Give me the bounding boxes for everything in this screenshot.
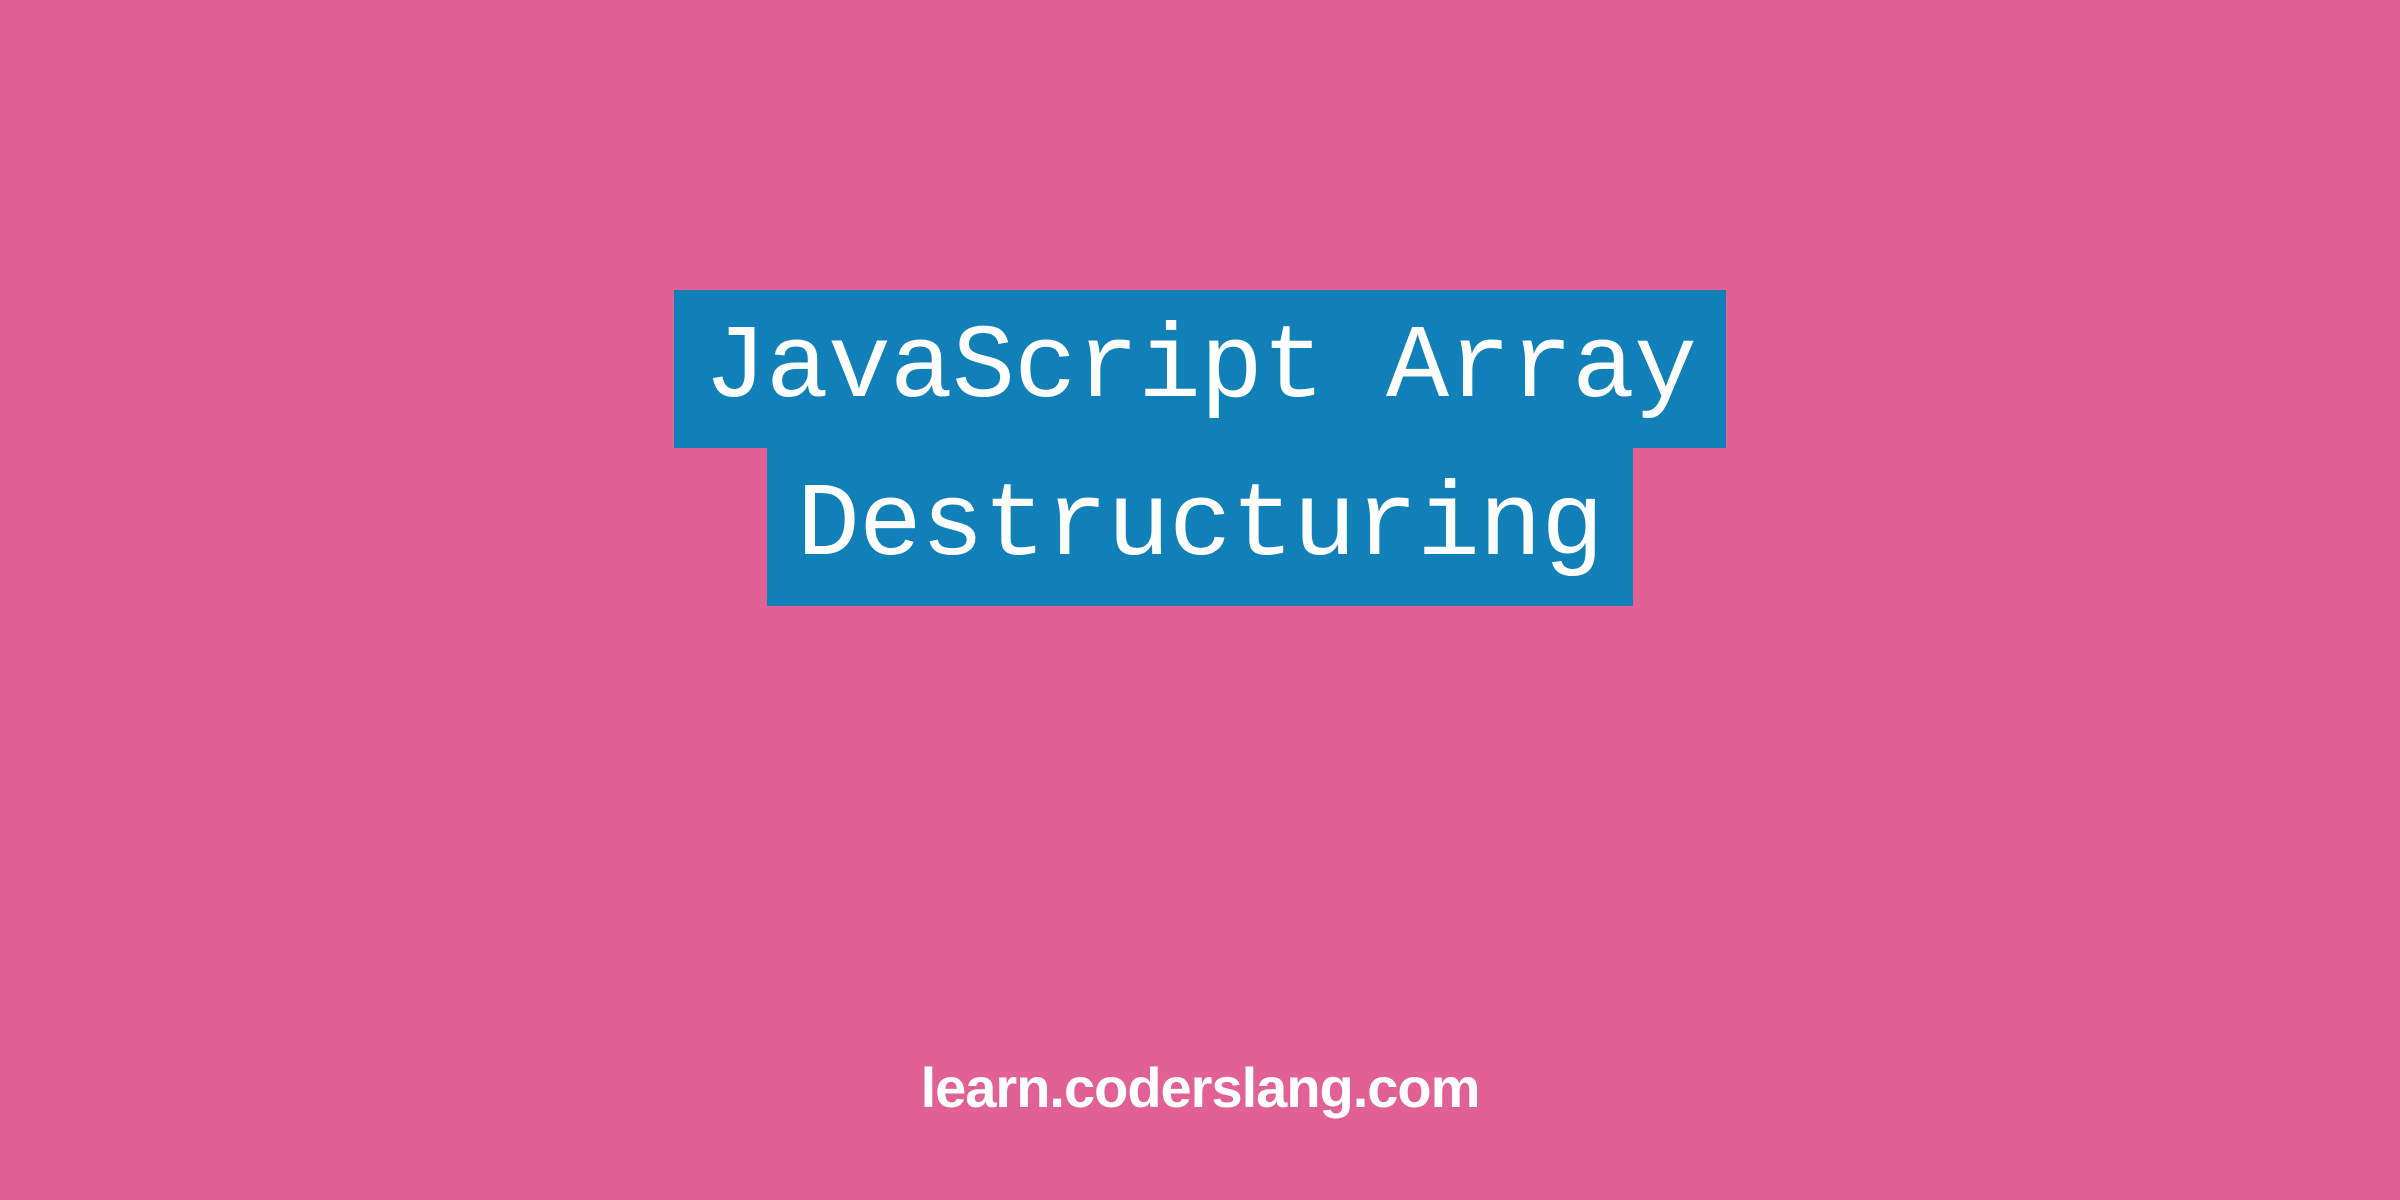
- title-container: JavaScript Array Destructuring: [674, 290, 1726, 606]
- title-line-2: Destructuring: [767, 448, 1633, 606]
- title-line-1: JavaScript Array: [674, 290, 1726, 448]
- footer-text: learn.coderslang.com: [921, 1056, 1480, 1119]
- footer: learn.coderslang.com: [0, 1055, 2400, 1120]
